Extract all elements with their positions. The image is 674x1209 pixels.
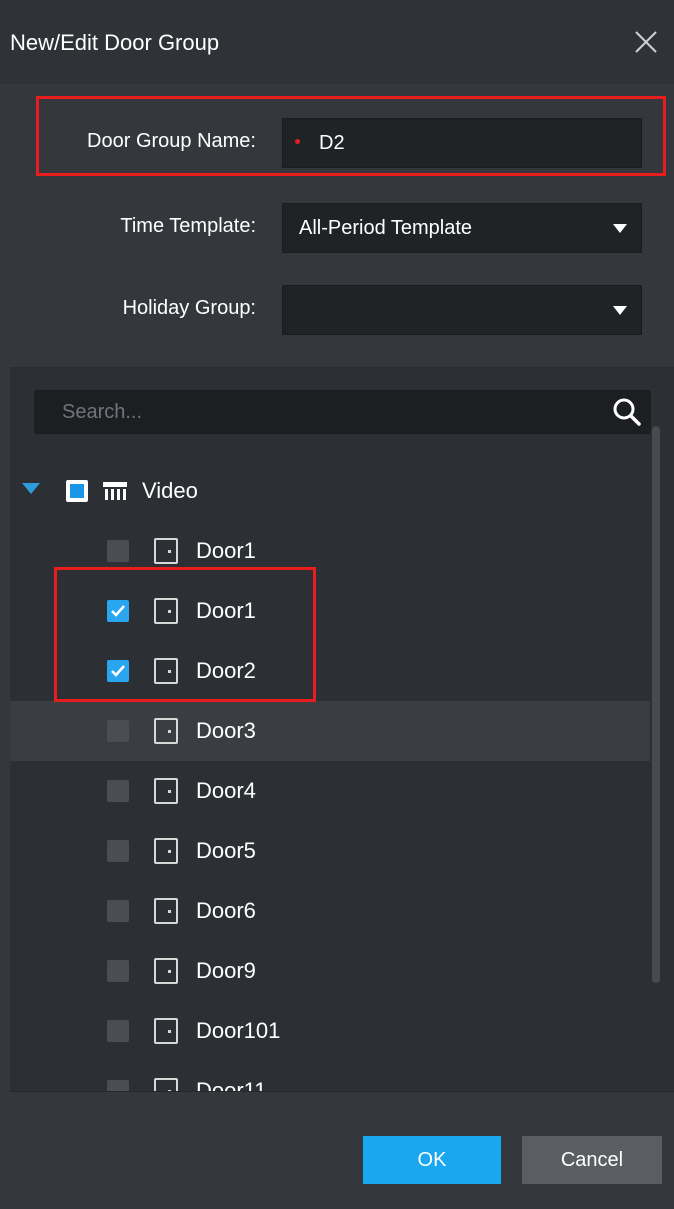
close-icon[interactable] — [630, 26, 662, 58]
root-checkbox[interactable] — [66, 480, 88, 502]
door-checkbox[interactable] — [107, 540, 129, 562]
door-label: Door6 — [196, 898, 256, 923]
tree-item-door[interactable]: Door4 — [10, 761, 650, 821]
door-group-name-input[interactable]: D2 — [282, 118, 642, 168]
scrollbar[interactable] — [652, 426, 660, 983]
door-icon — [154, 538, 178, 564]
tree-item-door[interactable]: Door3 — [10, 701, 650, 761]
tree-item-door[interactable]: Door1 — [10, 581, 650, 641]
tree-item-door[interactable]: Door6 — [10, 881, 650, 941]
door-icon — [154, 598, 178, 624]
door-group-name-label: Door Group Name: — [87, 130, 256, 152]
device-icon — [103, 482, 127, 500]
door-checkbox[interactable] — [107, 660, 129, 682]
door-checkbox[interactable] — [107, 720, 129, 742]
search-placeholder: Search... — [62, 401, 143, 423]
dialog-title: New/Edit Door Group — [10, 30, 220, 55]
door-group-dialog: New/Edit Door Group Door Group Name: D2 … — [0, 0, 674, 1209]
time-template-select[interactable]: All-Period Template — [282, 203, 642, 253]
door-checkbox[interactable] — [107, 960, 129, 982]
time-template-value: All-Period Template — [299, 217, 473, 239]
tree-root-label: Video — [142, 478, 198, 503]
door-label: Door11 — [196, 1078, 267, 1091]
door-label: Door9 — [196, 958, 256, 983]
ok-button[interactable]: OK — [363, 1136, 501, 1184]
tree-item-door[interactable]: Door11 — [10, 1061, 650, 1091]
time-template-row: Time Template: All-Period Template — [0, 203, 674, 255]
expand-icon[interactable] — [22, 483, 40, 494]
door-checkbox[interactable] — [107, 600, 129, 622]
search-icon[interactable] — [611, 396, 643, 428]
tree-item-door[interactable]: Door9 — [10, 941, 650, 1001]
door-checkbox[interactable] — [107, 900, 129, 922]
footer-divider — [10, 1091, 674, 1092]
tree-item-door[interactable]: Door101 — [10, 1001, 650, 1061]
required-marker — [295, 139, 300, 144]
tree-item-door[interactable]: Door2 — [10, 641, 650, 701]
tree-item-door[interactable]: Door5 — [10, 821, 650, 881]
door-label: Door101 — [196, 1018, 281, 1043]
door-label: Door4 — [196, 778, 256, 803]
door-group-name-value: D2 — [319, 132, 345, 154]
holiday-group-row: Holiday Group: — [0, 285, 674, 337]
door-icon — [154, 658, 178, 684]
search-input[interactable]: Search... — [34, 390, 651, 434]
door-checkbox[interactable] — [107, 840, 129, 862]
holiday-group-select[interactable] — [282, 285, 642, 335]
door-label: Door3 — [196, 718, 256, 743]
door-label: Door1 — [196, 538, 256, 563]
door-group-name-row: Door Group Name: D2 — [0, 118, 674, 170]
tree-item-door[interactable]: Door1 — [10, 521, 650, 581]
cancel-button[interactable]: Cancel — [522, 1136, 662, 1184]
door-label: Door5 — [196, 838, 256, 863]
door-checkbox[interactable] — [107, 780, 129, 802]
door-icon — [154, 778, 178, 804]
door-icon — [154, 718, 178, 744]
door-label: Door2 — [196, 658, 256, 683]
door-icon — [154, 898, 178, 924]
door-icon — [154, 1018, 178, 1044]
door-label: Door1 — [196, 598, 256, 623]
door-checkbox[interactable] — [107, 1020, 129, 1042]
holiday-group-label: Holiday Group: — [122, 297, 256, 319]
tree-root-video[interactable]: Video — [10, 461, 650, 521]
door-icon — [154, 958, 178, 984]
door-tree-panel: Search... Video Door1 Door1 Door2 Door3 Door… — [10, 368, 674, 1091]
chevron-down-icon — [613, 306, 627, 315]
title-bar: New/Edit Door Group — [0, 0, 674, 84]
chevron-down-icon — [613, 224, 627, 233]
door-icon — [154, 1078, 178, 1091]
door-icon — [154, 838, 178, 864]
door-checkbox[interactable] — [107, 1080, 129, 1091]
time-template-label: Time Template: — [120, 215, 256, 237]
